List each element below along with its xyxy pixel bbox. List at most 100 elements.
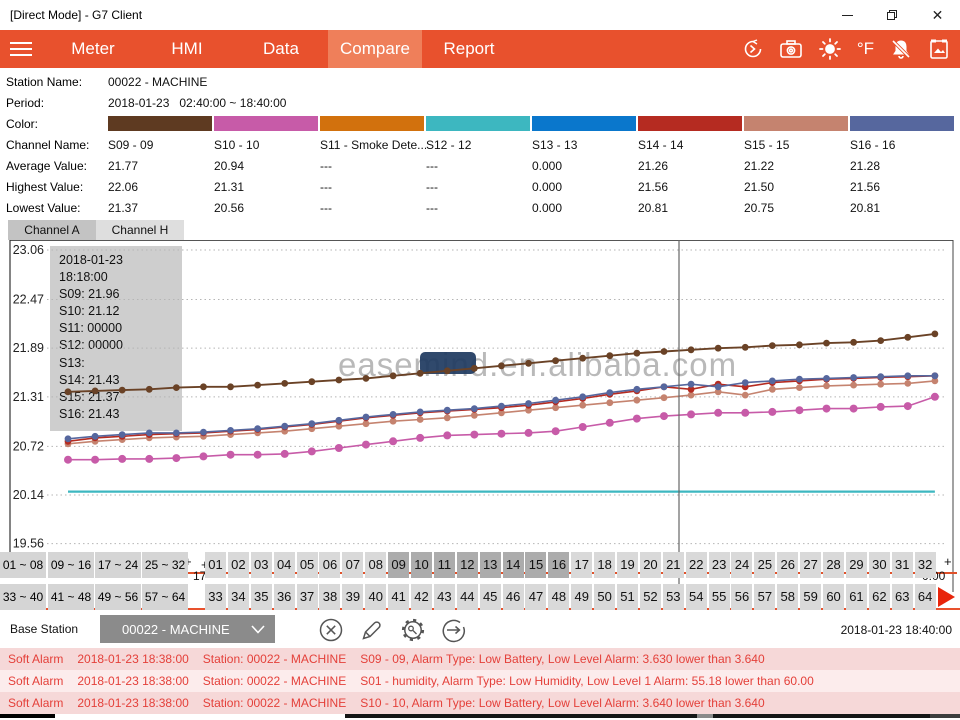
channel-number-cell[interactable]: 37 <box>297 584 318 610</box>
brightness-icon[interactable] <box>818 37 842 61</box>
channel-number-cell[interactable]: 23 <box>709 552 730 578</box>
channel-number-cell[interactable]: 36 <box>274 584 295 610</box>
channel-number-cell[interactable]: 59 <box>800 584 821 610</box>
next-page-arrow[interactable] <box>938 587 955 607</box>
channel-number-cell[interactable]: 45 <box>480 584 501 610</box>
channel-number-cell[interactable]: 14 <box>503 552 524 578</box>
channel-number-cell[interactable]: 21 <box>663 552 684 578</box>
channel-range-button[interactable]: 41 ~ 48 <box>48 584 94 610</box>
channel-number-cell[interactable]: 40 <box>365 584 386 610</box>
channel-number-cell[interactable]: 28 <box>823 552 844 578</box>
channel-number-cell[interactable]: 42 <box>411 584 432 610</box>
channel-number-cell[interactable]: 07 <box>342 552 363 578</box>
channel-number-cell[interactable]: 48 <box>548 584 569 610</box>
channel-number-cell[interactable]: 60 <box>823 584 844 610</box>
channel-number-cell[interactable]: 13 <box>480 552 501 578</box>
temperature-unit-toggle[interactable]: °F <box>857 39 874 59</box>
channel-range-button[interactable]: 49 ~ 56 <box>95 584 141 610</box>
nav-item-compare[interactable]: Compare <box>328 30 422 68</box>
alarm-row[interactable]: Soft Alarm2018-01-23 18:38:00Station: 00… <box>0 648 960 670</box>
channel-number-cell[interactable]: 52 <box>640 584 661 610</box>
clear-icon[interactable] <box>318 617 344 643</box>
channel-number-cell[interactable]: 32 <box>915 552 936 578</box>
channel-number-cell[interactable]: 55 <box>709 584 730 610</box>
close-button[interactable]: ✕ <box>915 0 960 30</box>
channel-number-cell[interactable]: 39 <box>342 584 363 610</box>
alarm-muted-icon[interactable] <box>889 37 913 61</box>
channel-number-cell[interactable]: 10 <box>411 552 432 578</box>
hamburger-menu-icon[interactable] <box>0 30 46 68</box>
channel-number-cell[interactable]: 46 <box>503 584 524 610</box>
channel-number-cell[interactable]: 56 <box>731 584 752 610</box>
channel-number-cell[interactable]: 31 <box>892 552 913 578</box>
restore-button[interactable] <box>870 0 915 30</box>
channel-number-cell[interactable]: 64 <box>915 584 936 610</box>
channel-number-cell[interactable]: 30 <box>869 552 890 578</box>
channel-number-cell[interactable]: 53 <box>663 584 684 610</box>
alarm-row[interactable]: Soft Alarm2018-01-23 18:38:00Station: 00… <box>0 692 960 714</box>
channel-number-cell[interactable]: 18 <box>594 552 615 578</box>
snapshot-gallery-icon[interactable] <box>928 37 950 61</box>
minimize-button[interactable] <box>825 0 870 30</box>
camera-icon[interactable] <box>779 38 803 60</box>
channel-number-cell[interactable]: 05 <box>297 552 318 578</box>
channel-number-cell[interactable]: 49 <box>571 584 592 610</box>
channel-number-cell[interactable]: 44 <box>457 584 478 610</box>
base-station-dropdown[interactable]: 00022 - MACHINE <box>100 615 275 643</box>
channel-number-cell[interactable]: 58 <box>777 584 798 610</box>
channel-number-cell[interactable]: 43 <box>434 584 455 610</box>
channel-number-cell[interactable]: 11 <box>434 552 455 578</box>
channel-range-button[interactable]: 57 ~ 64 <box>142 584 188 610</box>
channel-number-cell[interactable]: 12 <box>457 552 478 578</box>
channel-number-cell[interactable]: 25 <box>754 552 775 578</box>
channel-number-cell[interactable]: 62 <box>869 584 890 610</box>
channel-number-cell[interactable]: 20 <box>640 552 661 578</box>
channel-number-cell[interactable]: 34 <box>228 584 249 610</box>
channel-number-cell[interactable]: 06 <box>319 552 340 578</box>
channel-number-cell[interactable]: 38 <box>319 584 340 610</box>
channel-number-cell[interactable]: 26 <box>777 552 798 578</box>
channel-range-button[interactable]: 33 ~ 40 <box>0 584 46 610</box>
alarm-row[interactable]: Soft Alarm2018-01-23 18:38:00Station: 00… <box>0 670 960 692</box>
channel-number-cell[interactable]: 54 <box>686 584 707 610</box>
channel-number-cell[interactable]: 27 <box>800 552 821 578</box>
channel-number-cell[interactable]: 17 <box>571 552 592 578</box>
channel-range-button[interactable]: 01 ~ 08 <box>0 552 46 578</box>
tab-channel-a[interactable]: Channel A <box>8 220 96 240</box>
nav-item-data[interactable]: Data <box>234 30 328 68</box>
channel-number-cell[interactable]: 29 <box>846 552 867 578</box>
channel-number-cell[interactable]: 35 <box>251 584 272 610</box>
channel-number-cell[interactable]: 63 <box>892 584 913 610</box>
channel-number-cell[interactable]: 24 <box>731 552 752 578</box>
channel-number-cell[interactable]: 03 <box>251 552 272 578</box>
channel-number-cell[interactable]: 01 <box>205 552 226 578</box>
channel-range-button[interactable]: 09 ~ 16 <box>48 552 94 578</box>
channel-number-cell[interactable]: 57 <box>754 584 775 610</box>
tab-channel-h[interactable]: Channel H <box>96 220 184 240</box>
channel-number-cell[interactable]: 22 <box>686 552 707 578</box>
channel-number-cell[interactable]: 19 <box>617 552 638 578</box>
channel-range-button[interactable]: 17 ~ 24 <box>95 552 141 578</box>
axis-zoom-plus-right[interactable]: + <box>944 554 952 569</box>
channel-number-cell[interactable]: 50 <box>594 584 615 610</box>
settings-gear-icon[interactable] <box>400 617 426 643</box>
nav-item-meter[interactable]: Meter <box>46 30 140 68</box>
channel-number-cell[interactable]: 51 <box>617 584 638 610</box>
channel-number-cell[interactable]: 47 <box>525 584 546 610</box>
channel-number-cell[interactable]: 41 <box>388 584 409 610</box>
channel-number-cell[interactable]: 02 <box>228 552 249 578</box>
go-export-icon[interactable] <box>441 617 467 643</box>
channel-number-cell[interactable]: 61 <box>846 584 867 610</box>
channel-range-button[interactable]: 25 ~ 32 <box>142 552 188 578</box>
channel-number-cell[interactable]: 15 <box>525 552 546 578</box>
nav-item-hmi[interactable]: HMI <box>140 30 234 68</box>
channel-number-cell[interactable]: 33 <box>205 584 226 610</box>
channel-number-cell[interactable]: 16 <box>548 552 569 578</box>
edit-pencil-icon[interactable] <box>359 617 385 643</box>
nav-item-report[interactable]: Report <box>422 30 516 68</box>
refresh-icon[interactable] <box>742 38 764 60</box>
channel-number-cell[interactable]: 09 <box>388 552 409 578</box>
channel-number-cell[interactable]: 04 <box>274 552 295 578</box>
channel-number-cell[interactable]: 08 <box>365 552 386 578</box>
compare-chart[interactable]: easemind.en.alibaba.com 2018-01-23 18:18… <box>0 240 960 610</box>
